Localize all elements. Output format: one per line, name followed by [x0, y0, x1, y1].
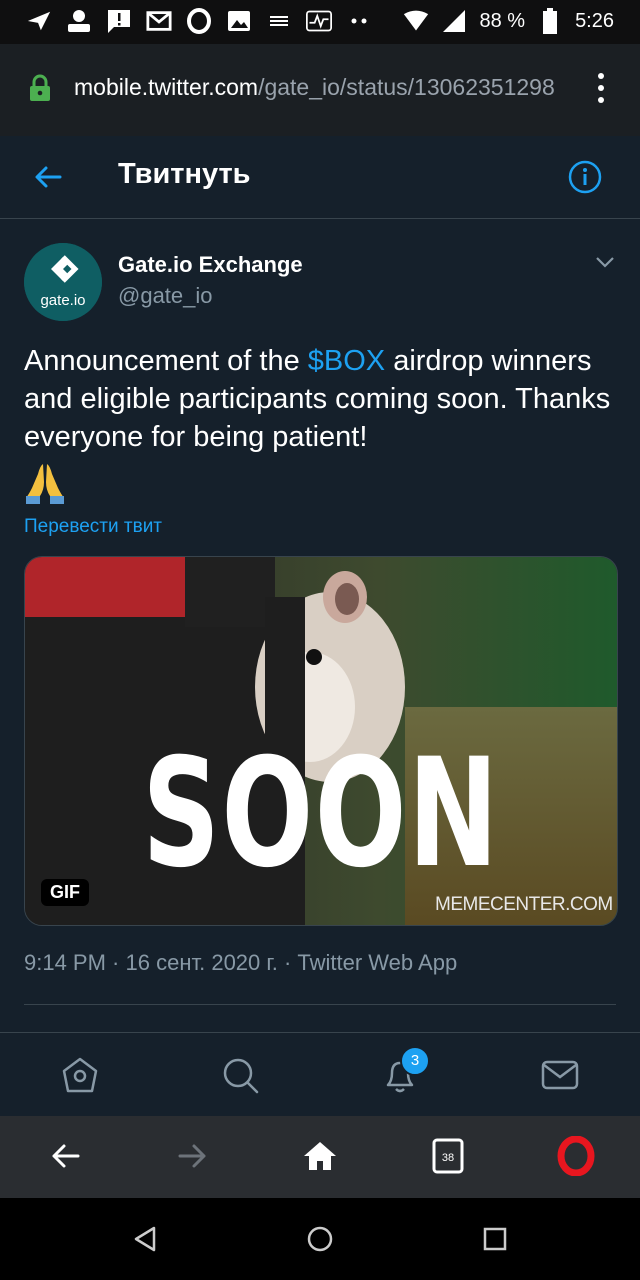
gif-badge: GIF: [41, 879, 89, 906]
status-time: 5:26: [575, 9, 614, 32]
android-back-icon[interactable]: [130, 1224, 160, 1254]
android-recents-icon[interactable]: [480, 1224, 510, 1254]
opera-icon: [186, 8, 212, 34]
status-bar: 88 % 5:26: [0, 0, 640, 44]
back-arrow-icon[interactable]: [30, 160, 70, 194]
send-icon: [26, 8, 52, 34]
message-alert-icon: [106, 8, 132, 34]
avatar[interactable]: gate.io: [24, 243, 102, 321]
meta-separator: ·: [277, 950, 298, 975]
tweet-text-start: Announcement of the: [24, 345, 308, 377]
divider: [24, 1004, 616, 1005]
messages-envelope-icon[interactable]: [538, 1053, 582, 1097]
account-icon: [66, 8, 92, 34]
translate-tweet-link[interactable]: Перевести твит: [24, 516, 162, 538]
gif-overlay-text: SOON: [142, 727, 500, 901]
search-icon[interactable]: [218, 1053, 262, 1097]
home-icon[interactable]: [58, 1053, 102, 1097]
image-icon: [226, 8, 252, 34]
opera-menu-icon[interactable]: [556, 1135, 596, 1177]
android-home-icon[interactable]: [305, 1224, 335, 1254]
info-icon[interactable]: [568, 160, 602, 194]
gif-watermark: MEMECENTER.COM: [435, 894, 613, 915]
tweet-media-gif[interactable]: SOON GIF MEMECENTER.COM: [24, 556, 618, 926]
page-title: Твитнуть: [118, 158, 251, 190]
signal-icon: [441, 8, 467, 34]
browser-navigation-bar: 38: [0, 1116, 640, 1198]
tweet-time[interactable]: 9:14 PM: [24, 950, 106, 975]
battery-icon: [537, 8, 563, 34]
tweet-meta: 9:14 PM · 16 сент. 2020 г. · Twitter Web…: [24, 950, 457, 976]
folded-hands-emoji-icon: [24, 460, 66, 504]
tabs-count: 38: [442, 1152, 454, 1164]
notifications-badge: 3: [400, 1046, 430, 1076]
meta-separator: ·: [105, 950, 126, 975]
android-navigation-bar: [0, 1198, 640, 1280]
dots-icon: [346, 8, 372, 34]
browser-tabs-icon[interactable]: 38: [428, 1136, 468, 1176]
tweet-source[interactable]: Twitter Web App: [297, 950, 457, 975]
menu-kebab-icon[interactable]: [591, 70, 611, 106]
avatar-logo-text: gate.io: [40, 292, 85, 309]
url-field[interactable]: mobile.twitter.com/gate_io/status/130623…: [74, 74, 574, 101]
lock-icon: [28, 74, 52, 102]
author-handle[interactable]: @gate_io: [118, 283, 213, 309]
author-name[interactable]: Gate.io Exchange: [118, 252, 303, 278]
url-host: mobile.twitter.com: [74, 74, 259, 100]
url-path: /gate_io/status/13062351298: [258, 74, 555, 100]
twitter-tab-bar: 3: [0, 1032, 640, 1117]
tweet-date[interactable]: 16 сент. 2020 г.: [126, 950, 278, 975]
chevron-down-icon[interactable]: [594, 254, 616, 270]
tweet-header: Твитнуть: [0, 136, 640, 219]
wifi-icon: [403, 8, 429, 34]
cashtag-link[interactable]: $BOX: [308, 345, 385, 377]
browser-home-icon[interactable]: [300, 1136, 340, 1176]
gmail-icon: [146, 8, 172, 34]
tweet-text: Announcement of the $BOX airdrop winners…: [24, 342, 616, 456]
wave-icon: [266, 8, 292, 34]
browser-forward-icon[interactable]: [172, 1136, 212, 1176]
battery-percent: 88 %: [479, 9, 526, 32]
browser-back-icon[interactable]: [46, 1136, 86, 1176]
browser-url-bar: mobile.twitter.com/gate_io/status/130623…: [0, 44, 640, 136]
pulse-icon: [306, 8, 332, 34]
